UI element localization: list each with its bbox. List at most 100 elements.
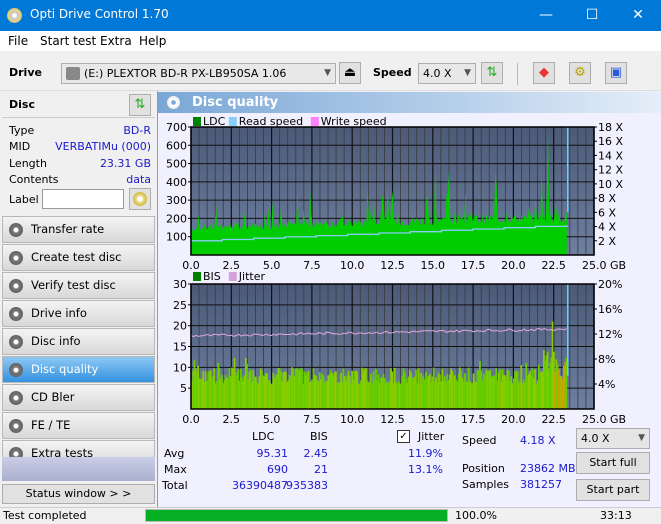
y-tick-label: 700 <box>166 121 187 134</box>
x-tick-label: 7.5 <box>303 413 321 426</box>
menu-extra[interactable]: Extra <box>100 34 132 48</box>
disc-length-label: Length <box>9 157 47 170</box>
main-title: Disc quality <box>192 95 279 110</box>
disc-refresh-button[interactable]: ⇅ <box>129 94 151 116</box>
disc-quality-icon <box>167 96 180 109</box>
disc-contents-value: data <box>126 173 151 186</box>
floppy-icon: ▣ <box>609 65 623 80</box>
x-tick-label: 15.0 <box>421 413 446 426</box>
y-tick-label: 400 <box>166 176 187 189</box>
disc-info-box: Disc ⇅ Type BD-R MID VERBATIMu (000) Len… <box>2 92 155 210</box>
nav-cd-bler[interactable]: CD Bler <box>2 384 155 411</box>
nav-label: Verify test disc <box>31 278 116 292</box>
total-label: Total <box>162 479 188 492</box>
nav-label: Drive info <box>31 306 87 320</box>
y2-tick-label: 2 X <box>598 235 616 248</box>
legend-label: Write speed <box>321 115 387 128</box>
nav-drive-info[interactable]: Drive info <box>2 300 155 327</box>
nav-fe-te[interactable]: FE / TE <box>2 412 155 439</box>
y2-tick-label: 4% <box>598 378 615 391</box>
nav-verify-test-disc[interactable]: Verify test disc <box>2 272 155 299</box>
status-window-button[interactable]: Status window > > <box>2 484 155 504</box>
close-button[interactable]: ✕ <box>615 0 661 31</box>
bis-bar <box>565 357 568 409</box>
eject-button[interactable]: ⏏ <box>339 62 361 84</box>
nav-create-test-disc[interactable]: Create test disc <box>2 244 155 271</box>
nav-disc-quality[interactable]: Disc quality <box>2 356 155 383</box>
disc-icon <box>9 307 23 321</box>
progress-fill <box>146 510 447 521</box>
nav-disc-info[interactable]: Disc info <box>2 328 155 355</box>
total-bis: 935383 <box>286 479 328 492</box>
y2-tick-label: 10 X <box>598 178 623 191</box>
settings-button[interactable]: ⚙ <box>569 62 591 84</box>
title-bar: Opti Drive Control 1.70 — ☐ ✕ <box>0 0 661 31</box>
legend-swatch <box>228 117 237 126</box>
legend-label: Read speed <box>239 115 303 128</box>
col-ldc-header: LDC <box>252 430 275 443</box>
maximize-button[interactable]: ☐ <box>569 0 615 31</box>
refresh-button[interactable]: ⇅ <box>481 62 503 84</box>
disc-length-value: 23.31 GB <box>99 157 151 170</box>
minimize-button[interactable]: — <box>523 0 569 31</box>
app-icon <box>7 8 22 23</box>
x-tick-label: 17.5 <box>461 413 486 426</box>
disc-icon <box>9 251 23 265</box>
x-tick-label: 22.5 <box>541 413 566 426</box>
drive-select[interactable]: (E:) PLEXTOR BD-R PX-LB950SA 1.06 ▼ <box>61 63 336 84</box>
test-speed-value: 4.0 X <box>581 432 610 445</box>
y-tick-label: 200 <box>166 212 187 225</box>
disc-icon <box>9 419 23 433</box>
menu-help[interactable]: Help <box>139 34 166 48</box>
menu-start-test[interactable]: Start test <box>40 34 96 48</box>
start-part-button[interactable]: Start part <box>576 479 650 501</box>
refresh-arrows-icon: ⇅ <box>486 65 498 80</box>
x-tick-label: 25.0 GB <box>582 413 626 426</box>
nav-label: Create test disc <box>31 250 122 264</box>
x-tick-label: 2.5 <box>223 413 241 426</box>
disc-icon <box>9 335 23 349</box>
disc-label-input[interactable] <box>42 189 124 209</box>
col-bis-header: BIS <box>310 430 328 443</box>
left-panel: Disc ⇅ Type BD-R MID VERBATIMu (000) Len… <box>0 91 157 507</box>
disc-type-value: BD-R <box>123 124 151 137</box>
max-label: Max <box>164 463 187 476</box>
disc-mid-value: VERBATIMu (000) <box>55 140 151 153</box>
disc-type-label: Type <box>9 124 35 137</box>
erase-button[interactable]: ◆ <box>533 62 555 84</box>
legend-swatch <box>193 117 201 126</box>
main-panel: Disc quality 100 200 300 400 500 600 700 2 X4 X… <box>157 91 661 507</box>
start-full-button[interactable]: Start full <box>576 452 650 474</box>
jitter-checkbox[interactable]: ✓ <box>397 430 410 443</box>
y-tick-label: 300 <box>166 194 187 207</box>
save-button[interactable]: ▣ <box>605 62 627 84</box>
ldc-chart: 100 200 300 400 500 600 700 2 X4 X 6 X8 X10 X12 … <box>166 115 626 272</box>
y-tick-label: 500 <box>166 158 187 171</box>
y-tick-label: 600 <box>166 139 187 152</box>
x-tick-label: 0.0 <box>182 413 200 426</box>
menu-file[interactable]: File <box>8 34 28 48</box>
avg-bis: 2.45 <box>303 447 329 460</box>
samples-label: Samples <box>462 478 509 491</box>
status-text: Test completed <box>3 509 87 522</box>
disc-icon <box>9 279 23 293</box>
y-tick-label: 25 <box>173 299 187 312</box>
disc-label-button[interactable] <box>129 188 151 210</box>
x-tick-label: 20.0 <box>501 413 526 426</box>
y2-tick-label: 16 X <box>598 135 623 148</box>
y2-tick-label: 8 X <box>598 192 616 205</box>
nav-label: Disc quality <box>31 362 99 376</box>
avg-jitter: 11.9% <box>408 447 443 460</box>
test-speed-select[interactable]: 4.0 X ▼ <box>576 428 650 449</box>
speed-select[interactable]: 4.0 X ▼ <box>418 63 476 84</box>
legend-label: LDC <box>203 115 226 128</box>
nav-label: Transfer rate <box>31 222 105 236</box>
chevron-down-icon: ▼ <box>324 68 331 78</box>
disc-icon <box>9 363 23 377</box>
toolbar: Drive (E:) PLEXTOR BD-R PX-LB950SA 1.06 … <box>0 51 661 91</box>
chevron-down-icon: ▼ <box>638 433 645 443</box>
avg-label: Avg <box>164 447 185 460</box>
nav-transfer-rate[interactable]: Transfer rate <box>2 216 155 243</box>
y2-tick-label: 12% <box>598 328 622 341</box>
nav-filler <box>2 457 155 481</box>
